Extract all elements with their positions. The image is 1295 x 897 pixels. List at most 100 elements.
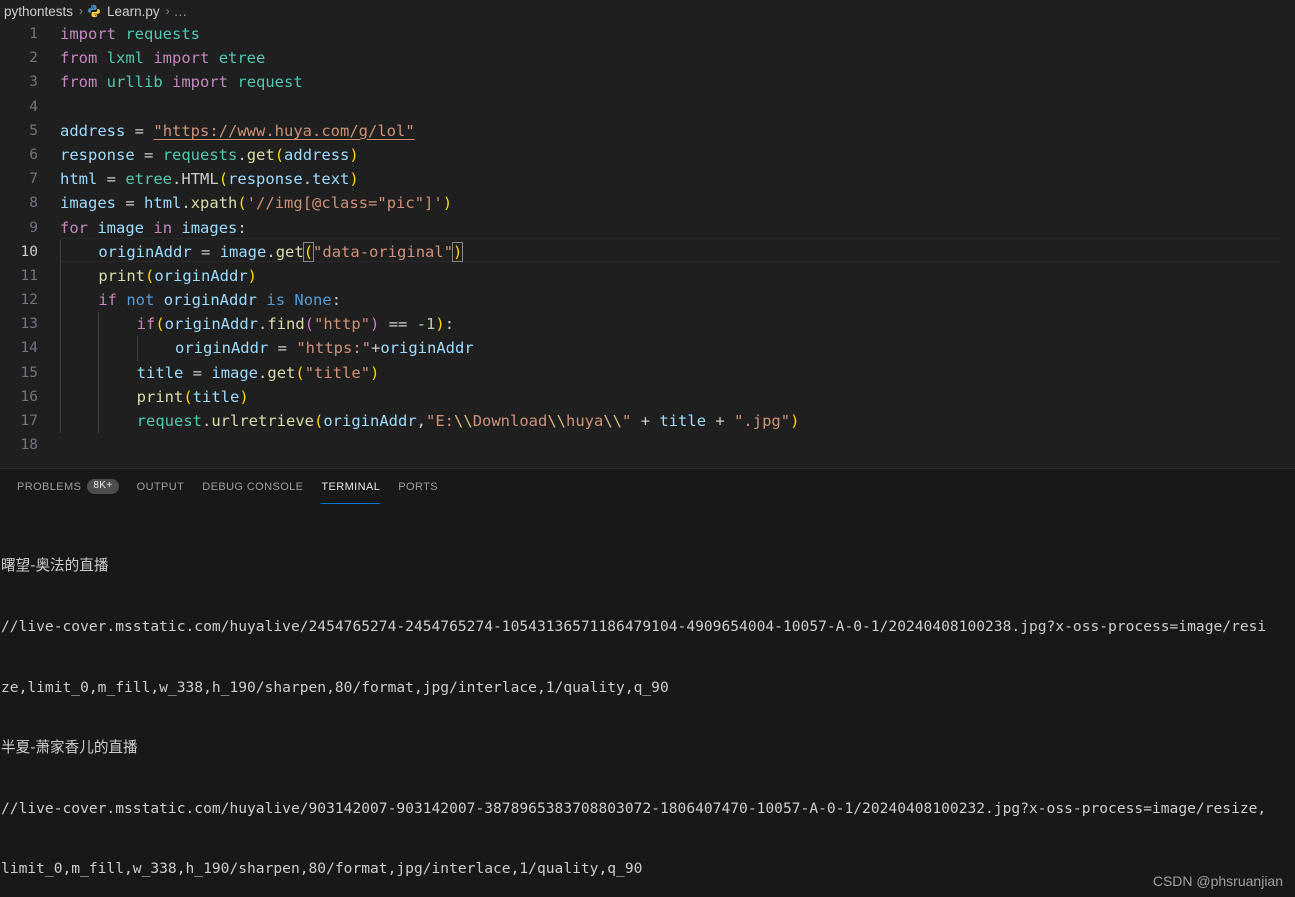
indent-guide (60, 336, 61, 361)
code-content-11[interactable]: print(originAddr) (60, 263, 1295, 288)
code-content-3[interactable]: from urllib import request (60, 70, 1295, 94)
code-line[interactable]: 2 from lxml import etree (0, 46, 1295, 70)
line-number-active: 10 (20, 243, 38, 260)
indent-guide (98, 360, 100, 385)
breadcrumb[interactable]: pythontests › Learn.py › … (0, 0, 1295, 22)
code-content-12[interactable]: if not originAddr is None: (60, 287, 1295, 313)
code-line[interactable]: 14 originAddr = "https:"+originAddr (0, 336, 1295, 361)
token-if: if (136, 315, 156, 334)
csdn-watermark: CSDN @phsruanjian (1152, 873, 1283, 889)
line-number: 5 (29, 122, 38, 139)
token-import: import (60, 25, 116, 43)
code-line[interactable]: 15 title = image.get("title") (0, 360, 1295, 385)
terminal-line: //live-cover.msstatic.com/huyalive/24547… (1, 618, 1267, 635)
code-content-14[interactable]: originAddr = "https:"+originAddr (60, 336, 1295, 361)
code-content-17[interactable]: request.urlretrieve(originAddr,"E:\\Down… (60, 408, 1295, 434)
tab-debug-console[interactable]: DEBUG CONSOLE (193, 469, 312, 504)
editor-scrollbar[interactable] (1281, 22, 1295, 468)
tab-ports[interactable]: PORTS (389, 469, 447, 504)
token-minus-one: -1 (416, 315, 436, 334)
line-number: 12 (20, 292, 38, 309)
tab-output[interactable]: OUTPUT (128, 469, 194, 504)
indent-guide (98, 336, 100, 361)
code-content-5[interactable]: address = "https://www.huya.com/g/lol" (60, 119, 1295, 143)
token-etree: etree (218, 49, 266, 68)
tab-terminal-label: TERMINAL (321, 480, 381, 493)
token-get: get (246, 145, 275, 164)
code-content-16[interactable]: print(title) (60, 384, 1295, 409)
token-request-mod: request (136, 412, 202, 431)
code-line[interactable]: 1 import requests (0, 22, 1295, 46)
token-colon: : (331, 291, 342, 310)
token-originAddr: originAddr (98, 242, 192, 261)
code-line[interactable]: 9 for image in images: (0, 216, 1295, 240)
code-content-2[interactable]: from lxml import etree (60, 46, 1295, 70)
code-line[interactable]: 11 print(originAddr) (0, 263, 1295, 288)
code-content-1[interactable]: import requests (60, 22, 1295, 46)
code-line[interactable]: 4 (0, 95, 1295, 119)
token-if: if (98, 291, 117, 310)
panel-tab-bar[interactable]: PROBLEMS 8K+ OUTPUT DEBUG CONSOLE TERMIN… (0, 469, 1295, 504)
code-line-active[interactable]: 10 originAddr = image.get("data-original… (0, 239, 1295, 264)
problems-count-badge: 8K+ (87, 479, 119, 494)
token-path-drive: E: (435, 412, 455, 431)
token-print: print (136, 387, 184, 406)
token-assign: = (125, 194, 135, 213)
token-escape-2: \\ (547, 412, 567, 431)
code-line[interactable]: 13 if(originAddr.find("http") == -1): (0, 312, 1295, 337)
token-address: address (60, 121, 126, 140)
indent-guide (60, 384, 61, 409)
token-for: for (60, 218, 88, 237)
token-in: in (153, 218, 173, 237)
code-line[interactable]: 7 html = etree.HTML(response.text) (0, 167, 1295, 191)
line-number: 2 (29, 50, 38, 67)
token-originAddr-var: originAddr (174, 339, 269, 358)
terminal-line: 半夏-萧家香儿的直播 (1, 739, 138, 757)
token-dot: . (258, 363, 268, 382)
token-originAddr-arg: originAddr (323, 412, 417, 431)
token-path-quote: " (622, 412, 632, 431)
code-content-7[interactable]: html = etree.HTML(response.text) (60, 167, 1295, 191)
tab-problems[interactable]: PROBLEMS 8K+ (8, 469, 128, 504)
code-editor[interactable]: 1 import requests 2 from lxml import etr… (0, 22, 1295, 468)
code-content-13[interactable]: if(originAddr.find("http") == -1): (60, 312, 1295, 337)
code-line[interactable]: 17 request.urlretrieve(originAddr,"E:\\D… (0, 408, 1295, 434)
indent-guide (60, 287, 61, 313)
token-image-var: image (211, 363, 259, 382)
code-line[interactable]: 5 address = "https://www.huya.com/g/lol" (0, 119, 1295, 143)
code-line[interactable]: 12 if not originAddr is None: (0, 287, 1295, 313)
terminal-output[interactable]: 曙望-奥法的直播 //live-cover.msstatic.com/huyal… (0, 504, 1295, 897)
code-line[interactable]: 18 (0, 433, 1295, 457)
code-content-10[interactable]: originAddr = image.get("data-original") (60, 239, 1295, 264)
indent-guide (136, 336, 138, 361)
breadcrumb-folder[interactable]: pythontests (2, 4, 75, 19)
breadcrumb-ellipsis[interactable]: … (174, 4, 189, 19)
line-number: 8 (29, 195, 38, 212)
code-line[interactable]: 16 print(title) (0, 384, 1295, 409)
code-line[interactable]: 6 response = requests.get(address) (0, 143, 1295, 167)
token-find: find (267, 315, 305, 334)
tab-terminal[interactable]: TERMINAL (312, 469, 389, 504)
terminal-line: limit_0,m_fill,w_338,h_190/sharpen,80/fo… (1, 860, 643, 878)
token-image-var: image (219, 242, 267, 261)
code-content-8[interactable]: images = html.xpath('//img[@class="pic"]… (60, 191, 1295, 215)
token-dot: . (201, 412, 212, 431)
token-requests: requests (125, 25, 200, 43)
breadcrumb-file[interactable]: Learn.py (105, 4, 162, 19)
vscode-window: pythontests › Learn.py › … 1 import requ… (0, 0, 1295, 897)
token-originAddr-var: originAddr (380, 339, 474, 358)
line-number: 13 (20, 316, 38, 333)
code-content-15[interactable]: title = image.get("title") (60, 360, 1295, 385)
code-line[interactable]: 3 from urllib import request (0, 70, 1295, 94)
code-line[interactable]: 8 images = html.xpath('//img[@class="pic… (0, 191, 1295, 215)
token-colon: : (237, 218, 247, 237)
token-images: images (60, 194, 116, 213)
code-content-9[interactable]: for image in images: (60, 216, 1295, 240)
indent-guide (98, 408, 100, 434)
code-content-6[interactable]: response = requests.get(address) (60, 143, 1295, 167)
token-eq: == (388, 315, 408, 334)
token-from: from (60, 49, 98, 68)
token-jpg-string: ".jpg" (734, 412, 791, 431)
line-number: 18 (20, 437, 38, 454)
token-plus: + (371, 339, 381, 358)
